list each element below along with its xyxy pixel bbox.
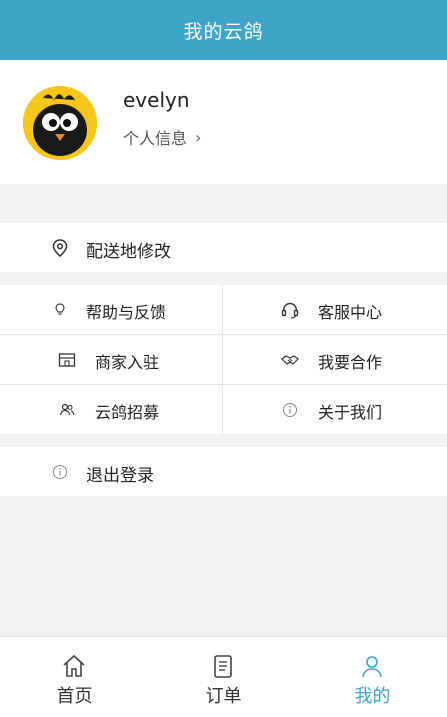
tab-mine-label: 我的 [354,686,391,707]
info-icon [283,403,297,417]
info-icon [53,465,67,479]
logout-label: 退出登录 [86,466,154,486]
customer-service-item[interactable]: 客服中心 [223,285,445,334]
lightbulb-icon [55,303,65,315]
cooperate-item[interactable]: 我要合作 [223,335,445,384]
tab-orders-label: 订单 [205,686,242,707]
address-edit-item[interactable]: 配送地修改 [0,223,447,272]
tab-orders[interactable]: 订单 [149,637,298,717]
help-feedback-label: 帮助与反馈 [86,303,167,322]
recruit-label: 云鸽招募 [95,403,160,422]
about-us-label: 关于我们 [318,403,383,422]
tab-mine[interactable]: 我的 [298,637,447,717]
personal-info-label: 个人信息 [123,129,188,148]
home-icon [63,654,85,677]
logout-item[interactable]: 退出登录 [0,447,447,496]
tab-home-label: 首页 [56,686,93,707]
headset-icon [281,302,299,319]
avatar[interactable] [23,86,97,160]
store-icon [58,353,76,367]
help-feedback-item[interactable]: 帮助与反馈 [0,285,222,334]
service-grid: 帮助与反馈 客服中心 商家入驻 我要合作 云鸽招募 关于我们 [0,285,447,434]
customer-service-label: 客服中心 [318,303,383,322]
handshake-icon [281,355,299,365]
personal-info-link[interactable]: 个人信息 › [123,125,201,149]
tab-home[interactable]: 首页 [0,637,149,717]
people-icon [59,403,75,416]
merchant-join-item[interactable]: 商家入驻 [0,335,222,384]
page-title: 我的云鸽 [183,20,264,43]
merchant-join-label: 商家入驻 [95,353,160,372]
recruit-item[interactable]: 云鸽招募 [0,385,222,434]
cooperate-label: 我要合作 [318,353,383,372]
bottom-tab-bar: 首页 订单 我的 [0,636,447,717]
penguin-avatar-icon [23,86,97,160]
address-edit-label: 配送地修改 [86,242,171,262]
about-us-item[interactable]: 关于我们 [223,385,445,434]
order-icon [214,655,232,678]
username: evelyn [123,88,190,112]
location-pin-icon [52,239,68,257]
profile-card: evelyn 个人信息 › [0,60,447,184]
chevron-right-icon: › [195,127,202,147]
user-icon [362,656,382,678]
app-header: 我的云鸽 [0,0,447,60]
